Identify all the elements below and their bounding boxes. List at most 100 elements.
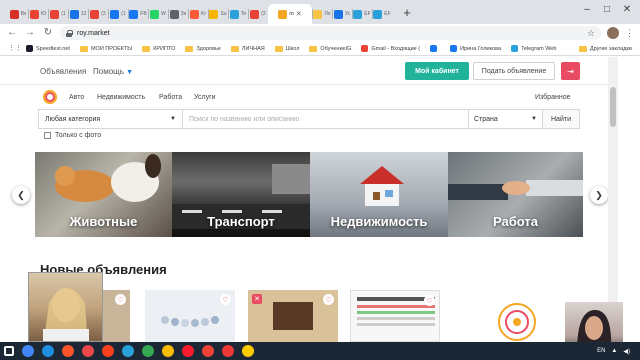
browser-tab[interactable]: Ю — [28, 4, 48, 24]
network-icon[interactable]: ▲ — [611, 348, 617, 354]
carousel-slide-transport[interactable]: Транспорт — [172, 152, 310, 237]
bookmark-item[interactable]: ЛИЧНАЯ — [230, 45, 265, 52]
back-icon[interactable]: ← — [6, 27, 18, 39]
carousel-slide-jobs[interactable]: Работа — [448, 152, 583, 237]
yandex-icon[interactable] — [102, 345, 114, 357]
browser-tab[interactable]: Вх — [8, 4, 28, 24]
heart-icon[interactable]: ♡ — [220, 294, 231, 305]
category-link-jobs[interactable]: Работа — [159, 94, 182, 101]
windows-taskbar: EN ▲ ◀) ​ — [0, 342, 640, 360]
apps-icon[interactable]: ⋮⋮ — [8, 43, 22, 55]
ad-card[interactable]: ♡ — [145, 290, 235, 342]
tab-title: W — [161, 11, 166, 17]
ad-card[interactable]: ✕ ♡ — [248, 290, 338, 342]
ads-link[interactable]: Объявления — [40, 67, 86, 76]
browser-tab[interactable]: (3 — [88, 4, 108, 24]
maximize-button[interactable]: □ — [600, 4, 614, 15]
brave-icon[interactable] — [62, 345, 74, 357]
post-ad-button[interactable]: Подать объявление — [473, 62, 555, 80]
browser-tab-active[interactable]: ro ✕ — [268, 4, 312, 24]
browser-tab[interactable]: EF — [372, 4, 392, 24]
country-select[interactable]: Страна ▼ — [468, 110, 542, 128]
find-button[interactable]: Найти — [542, 110, 579, 128]
webcam-overlay-left — [28, 272, 103, 342]
bookmark-item[interactable]: Ирина Голикова — [450, 45, 501, 52]
category-link-services[interactable]: Услуги — [194, 94, 216, 101]
tab-favicon-icon — [50, 9, 60, 19]
start-icon[interactable] — [4, 346, 14, 356]
folder-icon — [309, 45, 318, 52]
scrollbar-thumb[interactable] — [610, 87, 616, 127]
search-input[interactable] — [183, 110, 468, 128]
reload-icon[interactable]: ↻ — [42, 27, 54, 39]
carousel-next-icon[interactable]: ❯ — [590, 186, 608, 204]
chrome-icon[interactable] — [142, 345, 154, 357]
tab-close-icon[interactable]: ✕ — [296, 10, 302, 18]
volume-icon[interactable]: ◀) — [623, 348, 630, 355]
telegram-icon[interactable] — [122, 345, 134, 357]
browser-tab[interactable]: (1 — [48, 4, 68, 24]
other-bookmarks[interactable]: Другие закладки — [578, 45, 632, 52]
browser-tab[interactable]: FB — [128, 4, 148, 24]
carousel-prev-icon[interactable]: ❮ — [12, 186, 30, 204]
bookmark-star-icon[interactable]: ☆ — [587, 28, 595, 39]
favorites-link[interactable]: Избранное — [535, 94, 570, 101]
ad-card[interactable]: ♡ — [350, 290, 440, 342]
browser-tab[interactable]: Ус — [332, 4, 352, 24]
bookmark-item[interactable]: Telegram Web — [511, 45, 556, 52]
logout-icon[interactable]: ⇥ — [561, 62, 580, 80]
lock-icon — [66, 29, 73, 37]
browser-tab[interactable]: Зн — [168, 4, 188, 24]
page-scrollbar[interactable] — [608, 57, 618, 342]
browser-tab[interactable]: Kr — [188, 4, 208, 24]
language-indicator[interactable]: EN — [597, 348, 605, 354]
remove-icon[interactable]: ✕ — [252, 294, 262, 304]
carousel-slide-realty[interactable]: Недвижимость — [310, 152, 448, 237]
bookmark-item[interactable]: МОИ ПРОЕКТЫ — [79, 45, 132, 52]
new-tab-button[interactable]: + — [398, 4, 416, 22]
browser-tab[interactable]: Ло — [312, 4, 332, 24]
chrome-icon[interactable] — [22, 345, 34, 357]
browser-tab[interactable]: (1 — [108, 4, 128, 24]
onedrive-icon[interactable] — [42, 345, 54, 357]
bookmark-item[interactable]: Gmail - Входящие ( — [361, 45, 420, 52]
browser-tab[interactable]: 12 — [68, 4, 88, 24]
bookmark-item[interactable]: Speedtest.net — [26, 45, 70, 52]
category-link-realty[interactable]: Недвижимость — [97, 94, 145, 101]
address-bar[interactable]: roy.market ☆ — [60, 26, 601, 40]
heart-icon[interactable]: ♡ — [323, 294, 334, 305]
carousel-slide-animals[interactable]: Животные — [35, 152, 172, 237]
browser-tab[interactable]: Su — [208, 4, 228, 24]
vivaldi-icon[interactable] — [222, 345, 234, 357]
profile-avatar[interactable] — [607, 27, 619, 39]
chrome-icon[interactable] — [162, 345, 174, 357]
opera-icon[interactable] — [182, 345, 194, 357]
yandex-icon[interactable] — [242, 345, 254, 357]
chrome-icon[interactable] — [202, 345, 214, 357]
bookmark-item[interactable] — [430, 45, 440, 52]
category-select[interactable]: Любая категория ▼ — [39, 110, 183, 128]
office-icon[interactable] — [82, 345, 94, 357]
heart-icon[interactable]: ♡ — [115, 294, 126, 305]
minimize-button[interactable]: – — [580, 4, 594, 15]
photo-only-checkbox[interactable] — [44, 132, 51, 139]
site-logo-icon[interactable] — [43, 90, 57, 104]
forward-icon[interactable]: → — [24, 27, 36, 39]
category-link-auto[interactable]: Авто — [69, 94, 84, 101]
bookmark-item[interactable]: Школ — [274, 45, 299, 52]
heart-icon[interactable]: ♡ — [424, 295, 435, 306]
telegram-icon — [511, 45, 519, 52]
bookmark-item[interactable]: Здоровье — [185, 45, 221, 52]
browser-tab[interactable]: W — [148, 4, 168, 24]
photo-only-filter[interactable]: Только с фото — [44, 132, 101, 139]
browser-menu-icon[interactable]: ⋮ — [625, 28, 634, 39]
help-menu[interactable]: Помощь ▼ — [93, 67, 133, 76]
close-window-button[interactable]: ✕ — [620, 4, 634, 15]
carousel-label-transport: Транспорт — [207, 214, 275, 229]
my-cabinet-button[interactable]: Мой кабинет — [405, 62, 469, 80]
bookmark-item[interactable]: ОбучениеIG — [309, 45, 351, 52]
browser-tab[interactable]: Te — [228, 4, 248, 24]
browser-tab[interactable]: EF — [352, 4, 372, 24]
bookmark-item[interactable]: КРИПТО — [142, 45, 175, 52]
browser-tab[interactable]: (2 — [248, 4, 268, 24]
